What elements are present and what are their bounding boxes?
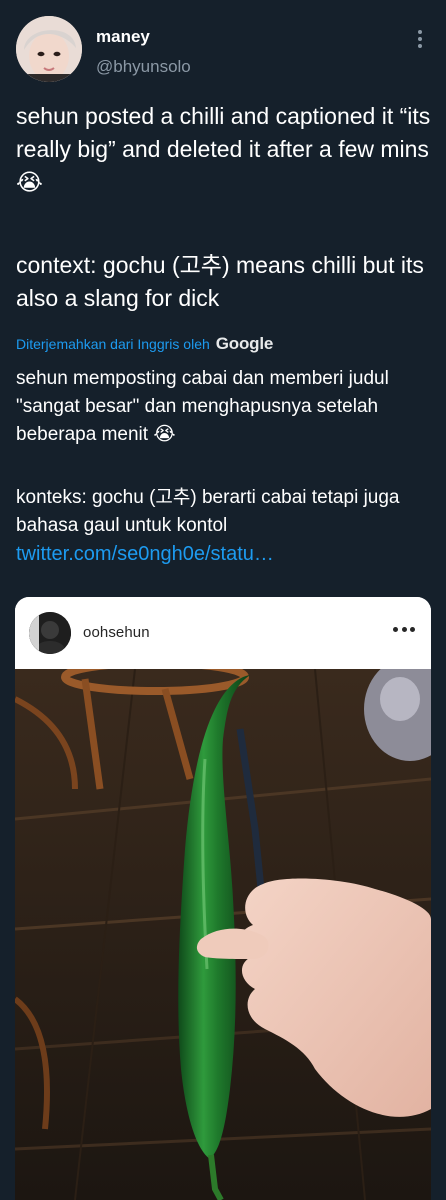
embedded-instagram-post[interactable]: oohsehun: [15, 597, 431, 1200]
display-name[interactable]: maney: [96, 27, 150, 47]
translation-label[interactable]: Diterjemahkan dari Inggris oleh: [16, 336, 210, 352]
post-avatar-photo: [29, 612, 71, 654]
user-handle[interactable]: @bhyunsolo: [96, 57, 191, 77]
avatar[interactable]: [16, 16, 82, 82]
translated-text-2: konteks: gochu (고추) berarti cabai tetapi…: [16, 487, 400, 536]
tweet-text-paragraph-1: sehun posted a chilli and captioned it “…: [16, 103, 437, 195]
more-horizontal-icon[interactable]: [393, 627, 415, 633]
avatar-photo: [16, 16, 82, 82]
translated-text-1: sehun memposting cabai dan memberi judul…: [16, 368, 389, 445]
post-username[interactable]: oohsehun: [83, 624, 150, 641]
post-avatar[interactable]: [29, 612, 71, 654]
tweet-link[interactable]: twitter.com/se0ngh0e/statu…: [16, 543, 274, 566]
more-vertical-icon[interactable]: [412, 26, 428, 52]
post-photo[interactable]: [15, 657, 431, 1200]
chilli-photo: [15, 657, 431, 1200]
tweet-text-paragraph-2: context: gochu (고추) means chilli but its…: [16, 252, 424, 311]
tweet: maney @bhyunsolo sehun posted a chilli a…: [0, 0, 446, 1200]
post-header: oohsehun: [15, 597, 431, 669]
translation-attribution[interactable]: Diterjemahkan dari Inggris oleh Google: [16, 333, 273, 355]
google-logo: Google: [215, 334, 274, 353]
